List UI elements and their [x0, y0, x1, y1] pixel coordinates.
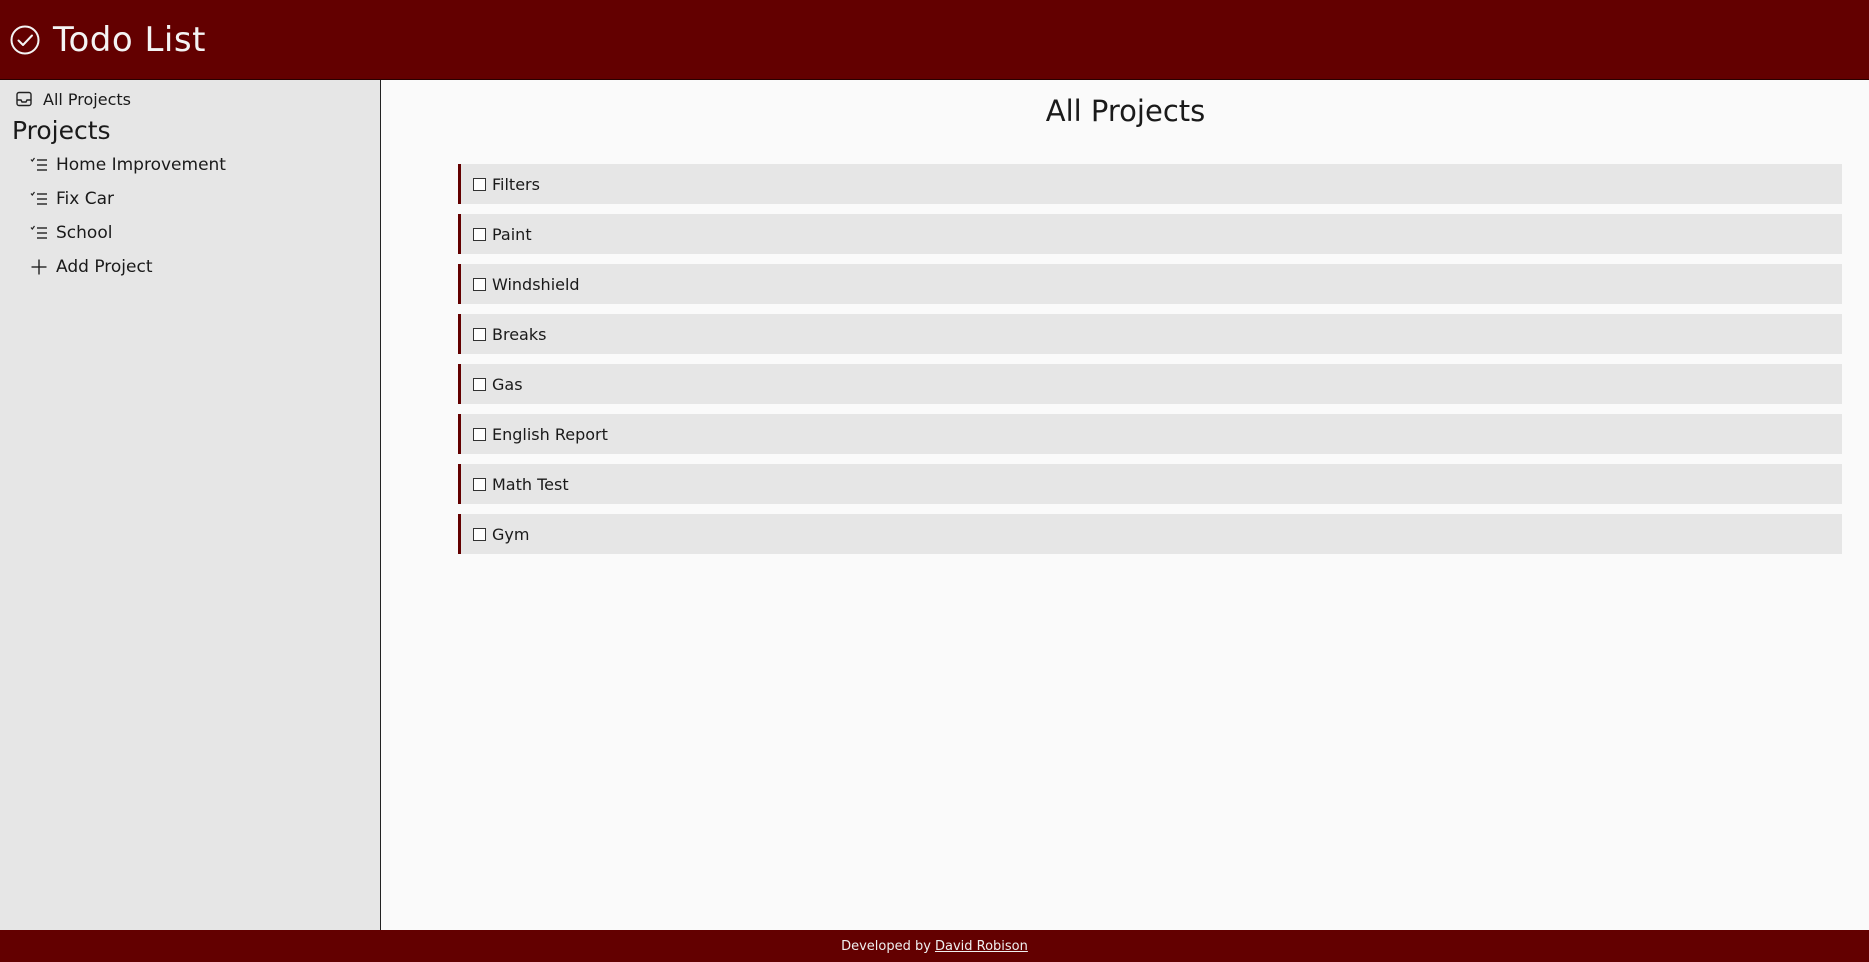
task-label: Gym: [492, 524, 530, 544]
task-label: Breaks: [492, 324, 547, 344]
task-label: Gas: [492, 374, 523, 394]
task-item[interactable]: Breaks: [458, 314, 1842, 354]
task-checkbox[interactable]: [473, 177, 486, 191]
task-label: English Report: [492, 424, 608, 444]
sidebar-item-label: School: [56, 223, 113, 243]
sidebar-item-label: Home Improvement: [56, 155, 226, 175]
sidebar-item-school[interactable]: School: [0, 216, 380, 250]
footer: Developed by David Robison: [0, 930, 1869, 962]
plus-icon: [30, 258, 48, 276]
task-label: Paint: [492, 224, 532, 244]
list-check-icon: [30, 224, 48, 242]
task-checkbox[interactable]: [473, 527, 486, 541]
add-project-label: Add Project: [56, 257, 153, 277]
task-checkbox[interactable]: [473, 427, 486, 441]
main-content: All Projects Filters Paint Windshield Br…: [382, 80, 1869, 930]
app-title: Todo List: [53, 19, 206, 60]
task-checkbox[interactable]: [473, 227, 486, 241]
check-circle-icon: [9, 24, 41, 56]
list-check-icon: [30, 156, 48, 174]
list-check-icon: [30, 190, 48, 208]
author-link[interactable]: David Robison: [935, 939, 1028, 954]
sidebar-item-label: Fix Car: [56, 189, 115, 209]
footer-prefix: Developed by: [841, 938, 931, 954]
page-title: All Projects: [1045, 94, 1206, 128]
projects-heading: Projects: [12, 116, 111, 145]
sidebar: All Projects Projects Home Improvement F…: [0, 80, 381, 930]
task-item[interactable]: Gas: [458, 364, 1842, 404]
add-project-button[interactable]: Add Project: [0, 250, 380, 284]
sidebar-item-home-improvement[interactable]: Home Improvement: [0, 148, 380, 182]
task-item[interactable]: Math Test: [458, 464, 1842, 504]
task-checkbox[interactable]: [473, 377, 486, 391]
task-item[interactable]: Windshield: [458, 264, 1842, 304]
sidebar-item-fix-car[interactable]: Fix Car: [0, 182, 380, 216]
sidebar-item-all-projects[interactable]: All Projects: [0, 86, 380, 112]
inbox-icon: [15, 90, 33, 108]
task-list: Filters Paint Windshield Breaks Gas Engl…: [458, 164, 1842, 564]
task-checkbox[interactable]: [473, 277, 486, 291]
app-header: Todo List: [0, 0, 1869, 80]
task-label: Windshield: [492, 274, 580, 294]
sidebar-item-label: All Projects: [43, 89, 131, 109]
task-label: Filters: [492, 174, 540, 194]
task-checkbox[interactable]: [473, 477, 486, 491]
task-item[interactable]: Paint: [458, 214, 1842, 254]
task-checkbox[interactable]: [473, 327, 486, 341]
task-item[interactable]: English Report: [458, 414, 1842, 454]
task-item[interactable]: Filters: [458, 164, 1842, 204]
task-item[interactable]: Gym: [458, 514, 1842, 554]
task-label: Math Test: [492, 474, 569, 494]
